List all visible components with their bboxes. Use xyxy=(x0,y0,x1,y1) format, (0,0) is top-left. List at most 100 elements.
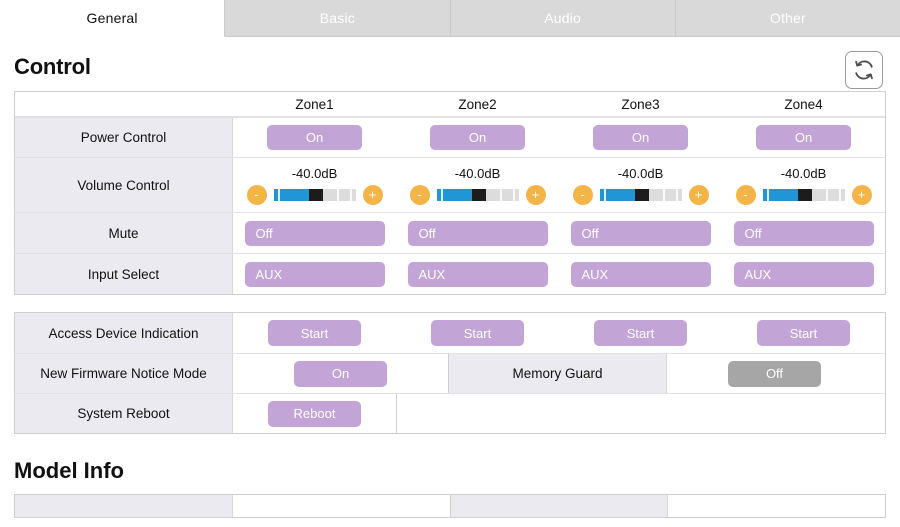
power-toggle-zone4[interactable]: On xyxy=(756,125,851,150)
volume-slider-thumb[interactable] xyxy=(472,189,486,201)
tab-general[interactable]: General xyxy=(0,0,225,37)
volume-decrease-button-zone4[interactable]: - xyxy=(736,185,756,205)
system-reboot-empty-area xyxy=(396,394,830,433)
volume-widget-zone2: -40.0dB - + xyxy=(410,166,546,205)
access-start-button-zone4[interactable]: Start xyxy=(757,320,850,346)
mute-toggle-zone1[interactable]: Off xyxy=(245,221,385,246)
slider-tick xyxy=(839,189,841,201)
main-tab-bar: General Basic Audio Other xyxy=(0,0,900,37)
row-access-device-indication: Access Device Indication Start Start Sta… xyxy=(15,313,885,353)
cell-volume-zone1: -40.0dB - + xyxy=(233,158,396,212)
cell-new-firmware-notice-mode: On xyxy=(233,354,448,393)
row-mute: Mute Off Off Off Off xyxy=(15,212,885,253)
zone-header-spacer xyxy=(15,92,233,116)
row-label-access-device-indication: Access Device Indication xyxy=(15,313,233,353)
volume-widget-zone3: -40.0dB - + xyxy=(573,166,709,205)
slider-tick xyxy=(441,189,443,201)
volume-slider-zone1[interactable] xyxy=(274,189,356,201)
slider-tick xyxy=(604,189,606,201)
slider-tick xyxy=(826,189,828,201)
cell-power-zone2: On xyxy=(396,118,559,157)
volume-slider-zone2[interactable] xyxy=(437,189,519,201)
row-label-volume-control: Volume Control xyxy=(15,158,233,212)
input-select-zone1[interactable]: AUX xyxy=(245,262,385,287)
cell-access-zone3: Start xyxy=(559,313,722,353)
volume-decrease-button-zone3[interactable]: - xyxy=(573,185,593,205)
model-info-value-cell-right xyxy=(668,495,885,517)
volume-decrease-button-zone2[interactable]: - xyxy=(410,185,430,205)
cell-mute-zone2: Off xyxy=(396,213,559,253)
volume-increase-button-zone2[interactable]: + xyxy=(526,185,546,205)
input-select-zone2[interactable]: AUX xyxy=(408,262,548,287)
slider-tick xyxy=(676,189,678,201)
mute-toggle-zone3[interactable]: Off xyxy=(571,221,711,246)
volume-slider-thumb[interactable] xyxy=(309,189,323,201)
cell-input-zone3: AUX xyxy=(559,254,722,294)
row-volume-control: Volume Control -40.0dB - + xyxy=(15,157,885,212)
volume-controls-zone2: - + xyxy=(410,185,546,205)
row-label-memory-guard: Memory Guard xyxy=(449,354,667,393)
cell-mute-zone1: Off xyxy=(233,213,396,253)
cell-access-zone2: Start xyxy=(396,313,559,353)
volume-increase-button-zone1[interactable]: + xyxy=(363,185,383,205)
row-firmware-and-memory-guard: New Firmware Notice Mode On Memory Guard… xyxy=(15,353,885,393)
cell-access-zone1: Start xyxy=(233,313,396,353)
volume-slider-zone3[interactable] xyxy=(600,189,682,201)
model-info-group-left xyxy=(15,495,450,517)
tab-audio-label: Audio xyxy=(544,10,581,26)
tab-basic[interactable]: Basic xyxy=(225,0,450,37)
model-info-group-right xyxy=(450,495,885,517)
new-firmware-notice-mode-toggle[interactable]: On xyxy=(294,361,387,387)
input-select-zone4[interactable]: AUX xyxy=(734,262,874,287)
tab-other-label: Other xyxy=(770,10,806,26)
volume-decrease-button-zone1[interactable]: - xyxy=(247,185,267,205)
volume-controls-zone4: - + xyxy=(736,185,872,205)
cell-volume-zone2: -40.0dB - + xyxy=(396,158,559,212)
system-reboot-button[interactable]: Reboot xyxy=(268,401,361,427)
zone-header-zone1: Zone1 xyxy=(233,92,396,116)
refresh-icon xyxy=(853,59,875,81)
slider-tick xyxy=(278,189,280,201)
access-start-button-zone3[interactable]: Start xyxy=(594,320,687,346)
tab-audio[interactable]: Audio xyxy=(451,0,676,37)
row-label-system-reboot: System Reboot xyxy=(15,394,233,433)
cell-power-zone4: On xyxy=(722,118,885,157)
row-label-input-select: Input Select xyxy=(15,254,233,294)
model-info-section-title: Model Info xyxy=(14,458,900,484)
volume-slider-zone4[interactable] xyxy=(763,189,845,201)
slider-tick xyxy=(513,189,515,201)
volume-widget-zone1: -40.0dB - + xyxy=(247,166,383,205)
row-system-reboot: System Reboot Reboot xyxy=(15,393,885,433)
volume-increase-button-zone4[interactable]: + xyxy=(852,185,872,205)
access-start-button-zone2[interactable]: Start xyxy=(431,320,524,346)
control-table: Zone1 Zone2 Zone3 Zone4 Power Control On… xyxy=(14,91,886,295)
refresh-button[interactable] xyxy=(845,51,883,89)
row-power-control: Power Control On On On On xyxy=(15,117,885,157)
power-toggle-zone2[interactable]: On xyxy=(430,125,525,150)
volume-slider-thumb[interactable] xyxy=(798,189,812,201)
tab-basic-label: Basic xyxy=(320,10,355,26)
volume-slider-thumb[interactable] xyxy=(635,189,649,201)
row-label-new-firmware-notice-mode: New Firmware Notice Mode xyxy=(15,354,233,393)
access-start-button-zone1[interactable]: Start xyxy=(268,320,361,346)
mute-toggle-zone2[interactable]: Off xyxy=(408,221,548,246)
mute-toggle-zone4[interactable]: Off xyxy=(734,221,874,246)
row-input-select: Input Select AUX AUX AUX AUX xyxy=(15,253,885,294)
volume-value-zone1: -40.0dB xyxy=(292,166,338,181)
model-info-label-cell-right xyxy=(451,495,668,517)
settings-table: Access Device Indication Start Start Sta… xyxy=(14,312,886,434)
volume-value-zone3: -40.0dB xyxy=(618,166,664,181)
cell-mute-zone3: Off xyxy=(559,213,722,253)
power-toggle-zone3[interactable]: On xyxy=(593,125,688,150)
tab-other[interactable]: Other xyxy=(676,0,900,37)
row-label-power-control: Power Control xyxy=(15,118,233,157)
slider-tick xyxy=(350,189,352,201)
model-info-table xyxy=(14,494,886,518)
volume-increase-button-zone3[interactable]: + xyxy=(689,185,709,205)
power-toggle-zone1[interactable]: On xyxy=(267,125,362,150)
input-select-zone3[interactable]: AUX xyxy=(571,262,711,287)
cell-power-zone3: On xyxy=(559,118,722,157)
memory-guard-toggle[interactable]: Off xyxy=(728,361,821,387)
volume-controls-zone1: - + xyxy=(247,185,383,205)
cell-power-zone1: On xyxy=(233,118,396,157)
